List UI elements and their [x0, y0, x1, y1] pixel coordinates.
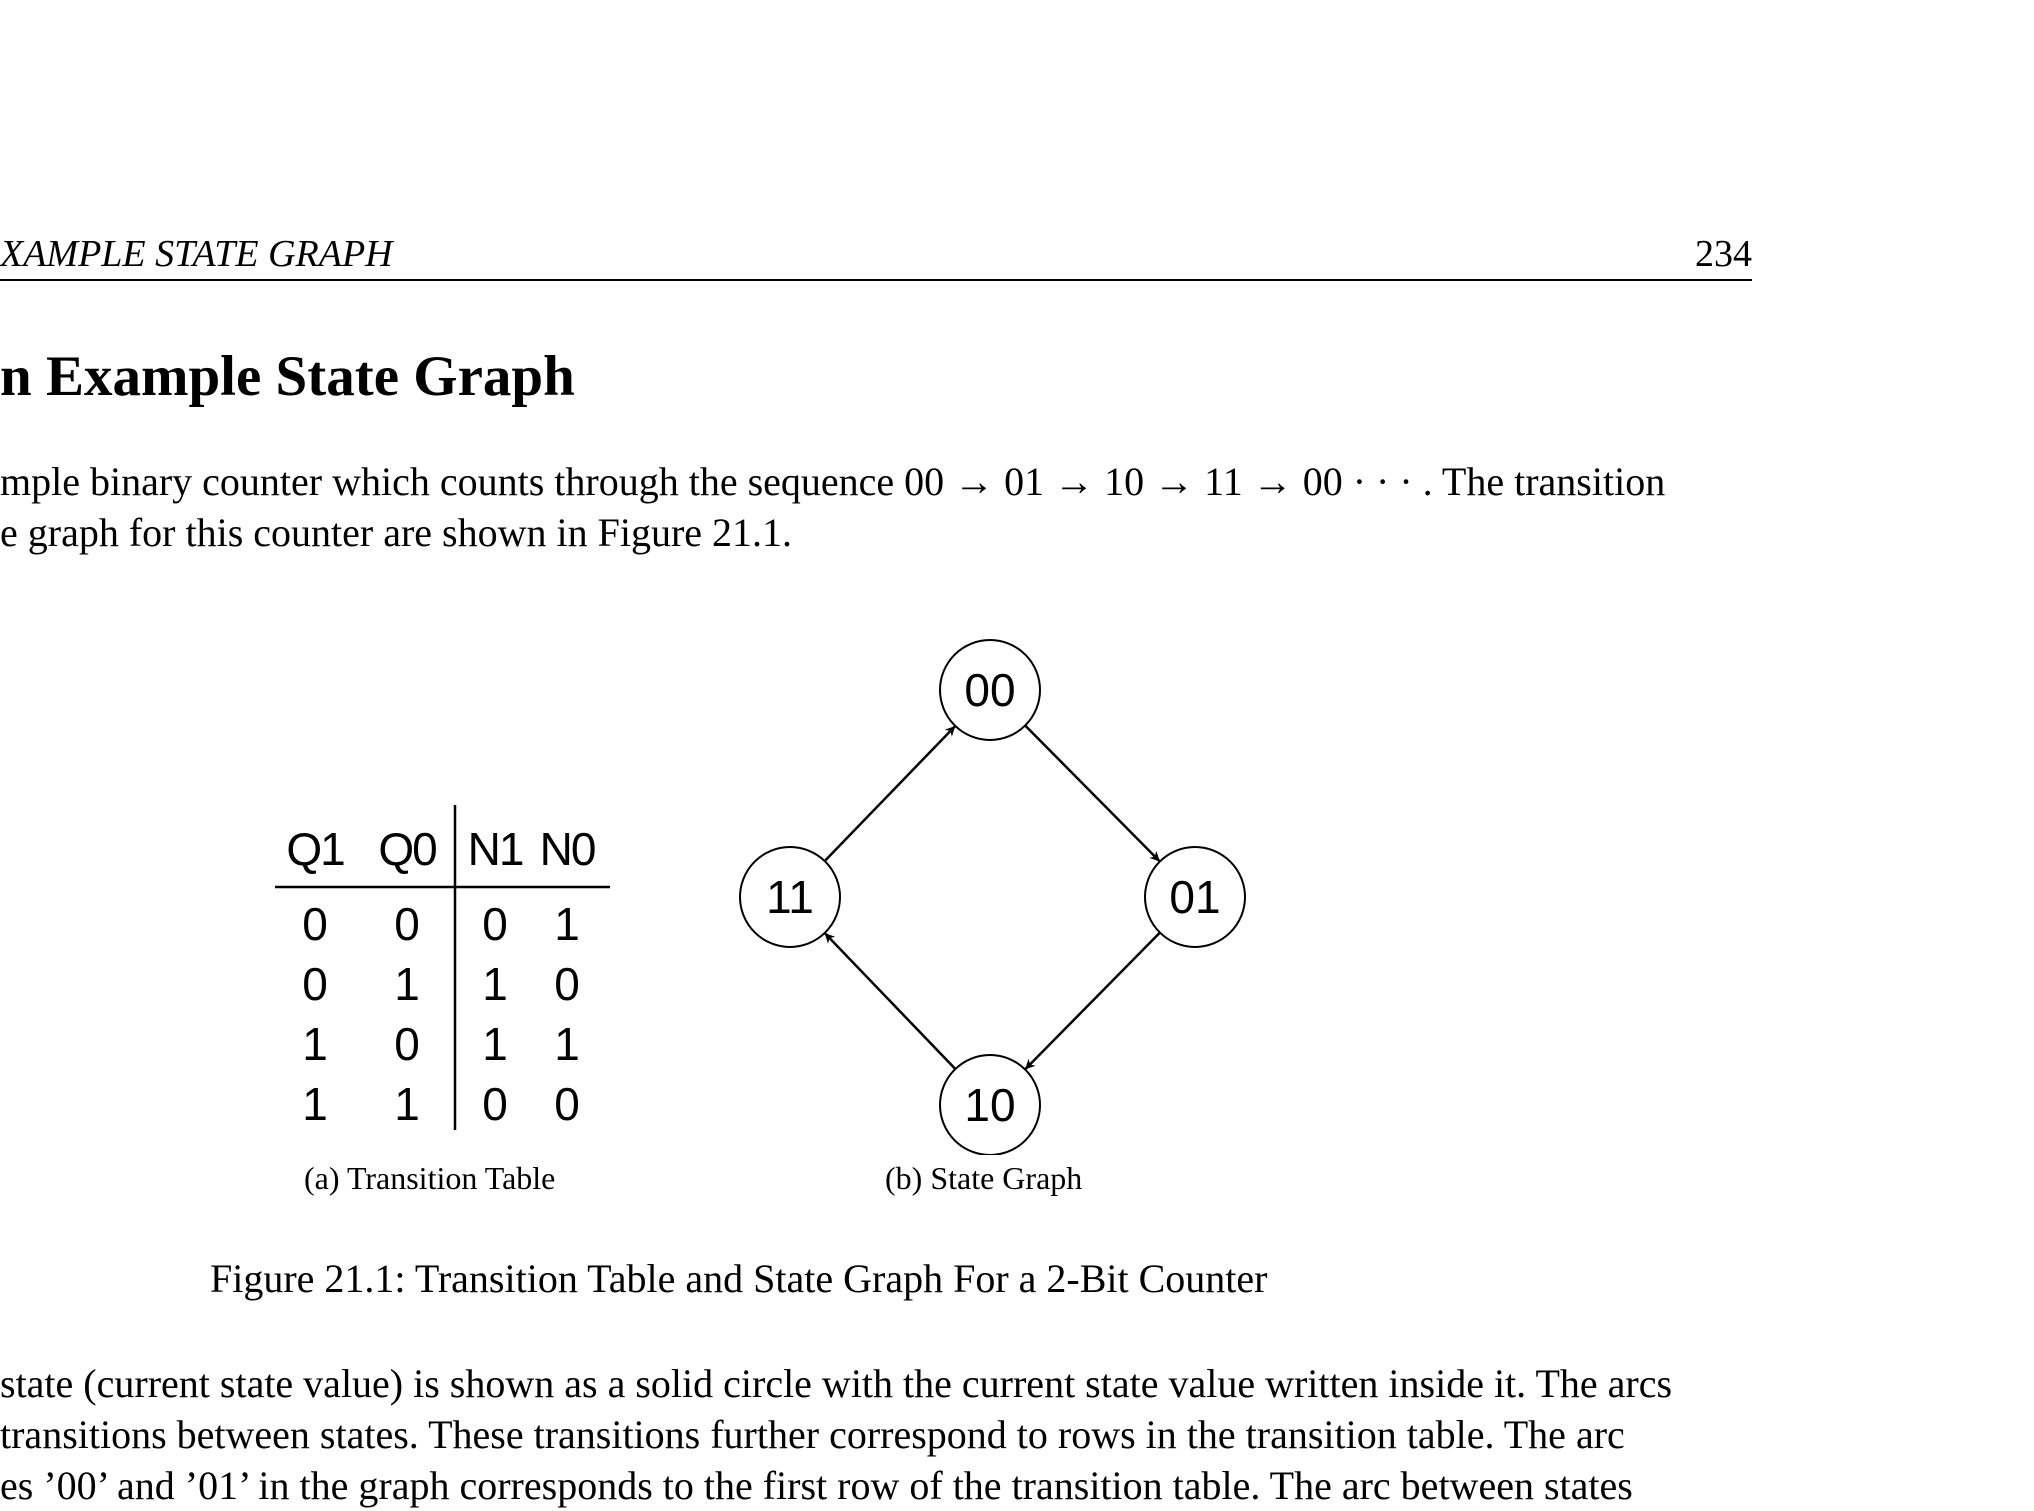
table-cell-r4-c1: 1 — [302, 1078, 328, 1130]
state-label-10: 10 — [964, 1079, 1015, 1131]
table-cell-r2-c4: 0 — [554, 958, 580, 1010]
state-label-00: 00 — [964, 664, 1015, 716]
table-cell-r4-c4: 0 — [554, 1078, 580, 1130]
transition-arrow-01-to-10 — [1024, 931, 1161, 1071]
transition-arrow-11-to-00 — [823, 725, 957, 862]
table-cell-r2-c1: 0 — [302, 958, 328, 1010]
figure-caption: Figure 21.1: Transition Table and State … — [210, 1256, 1268, 1301]
table-cell-r3-c1: 1 — [302, 1018, 328, 1070]
body-line-3: es ’00’ and ’01’ in the graph correspond… — [0, 1463, 1633, 1508]
page-number: 234 — [1695, 233, 1752, 275]
table-cell-r3-c4: 1 — [554, 1018, 580, 1070]
body-paragraph: state (current state value) is shown as … — [0, 1358, 1752, 1511]
table-header-n1: N1 — [468, 823, 523, 875]
table-cell-r4-c2: 1 — [394, 1078, 420, 1130]
table-cell-r3-c2: 0 — [394, 1018, 420, 1070]
table-header-q1: Q1 — [286, 823, 344, 875]
state-label-01: 01 — [1169, 871, 1220, 923]
state-graph: 00 01 10 11 — [739, 639, 1246, 1155]
intro-paragraph: mple binary counter which counts through… — [0, 456, 1752, 558]
table-cell-r1-c1: 0 — [302, 898, 328, 950]
transition-table: Q1 Q0 N1 N00 0 0 10 1 1 01 0 1 11 1 0 0 — [275, 805, 610, 1130]
table-cell-r3-c3: 1 — [482, 1018, 508, 1070]
table-cell-r4-c3: 0 — [482, 1078, 508, 1130]
transition-arrow-10-to-11 — [823, 932, 957, 1070]
transition-arrow-00-to-01 — [1024, 724, 1161, 863]
subcaption-state-graph: (b) State Graph — [885, 1160, 1083, 1196]
table-header-n0: N0 — [540, 823, 595, 875]
table-cell-r2-c2: 1 — [394, 958, 420, 1010]
state-label-11: 11 — [766, 871, 814, 923]
table-header-q0: Q0 — [378, 823, 436, 875]
body-line-1: state (current state value) is shown as … — [0, 1361, 1673, 1406]
figure-21-1: Q1 Q0 N1 N0 0 0 0 1 0 1 1 0 1 0 1 1 1 1 0 0 00 01 10 11 (a) Tr… — [0, 600, 2034, 1320]
table-cell-r1-c4: 1 — [554, 898, 580, 950]
section-title: n Example State Graph — [0, 345, 575, 408]
table-cell-r2-c3: 1 — [482, 958, 508, 1010]
intro-line-2: e graph for this counter are shown in Fi… — [0, 510, 793, 555]
body-line-2: transitions between states. These transi… — [0, 1412, 1625, 1457]
running-header-title: XAMPLE STATE GRAPH — [0, 233, 393, 275]
table-cell-r1-c2: 0 — [394, 898, 420, 950]
subcaption-transition-table: (a) Transition Table — [304, 1160, 556, 1196]
intro-line-1: mple binary counter which counts through… — [0, 459, 1666, 504]
table-cell-r1-c3: 0 — [482, 898, 508, 950]
